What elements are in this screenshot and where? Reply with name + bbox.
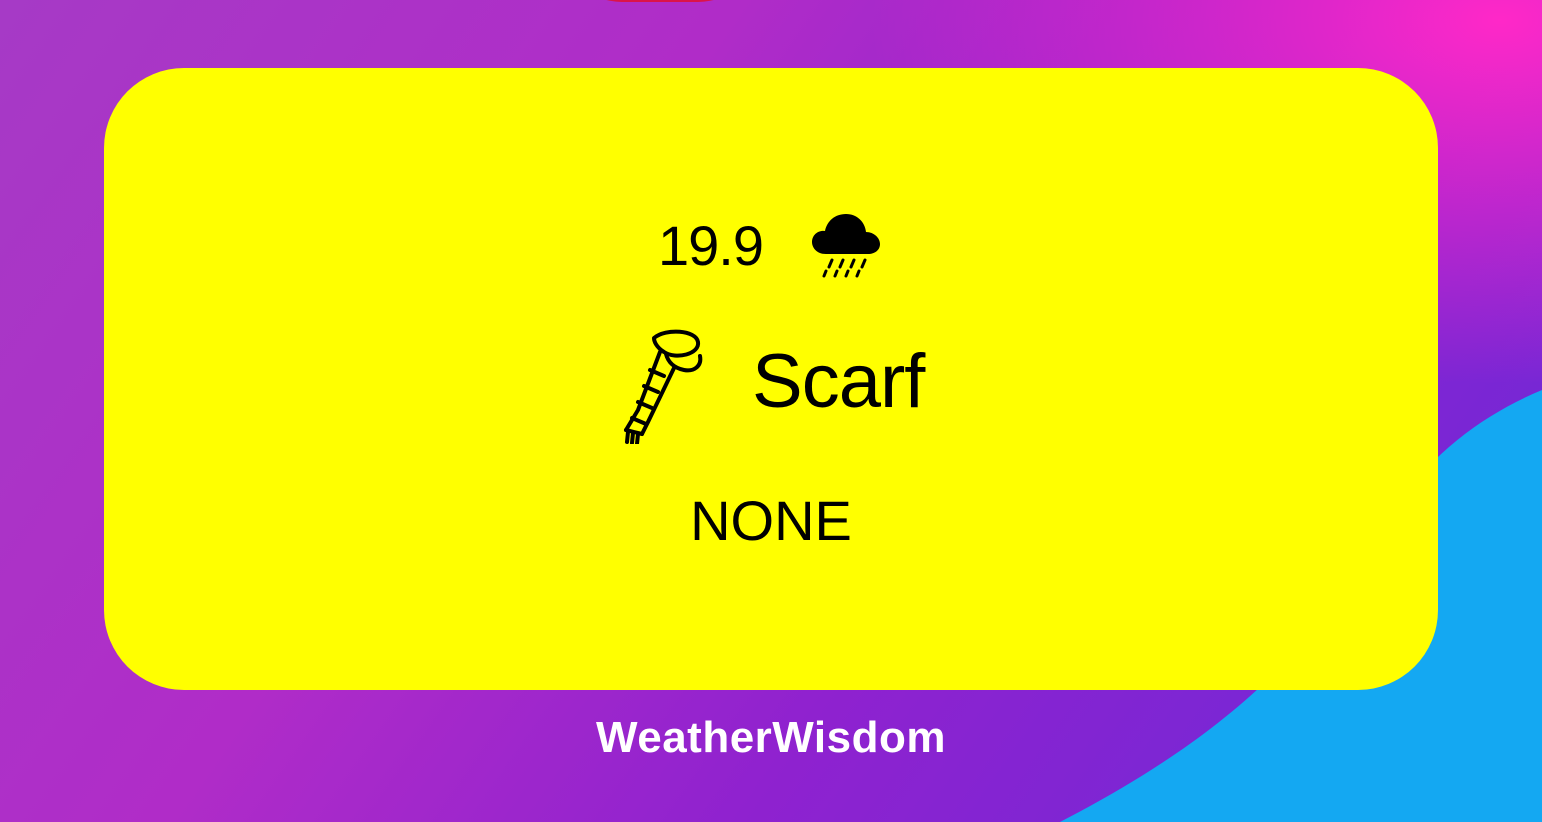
widget-app-name: WeatherWisdom	[595, 713, 946, 762]
cloud-rain-icon	[812, 214, 880, 278]
temperature-row: 19.9	[0, 208, 1542, 278]
temperature-value: 19.9	[658, 214, 764, 277]
clothing-recommendation-row: Scarf	[0, 322, 1542, 444]
recommended-item-label: Scarf	[752, 339, 925, 424]
status-text: NONE	[690, 489, 852, 552]
scarf-icon	[624, 329, 703, 444]
